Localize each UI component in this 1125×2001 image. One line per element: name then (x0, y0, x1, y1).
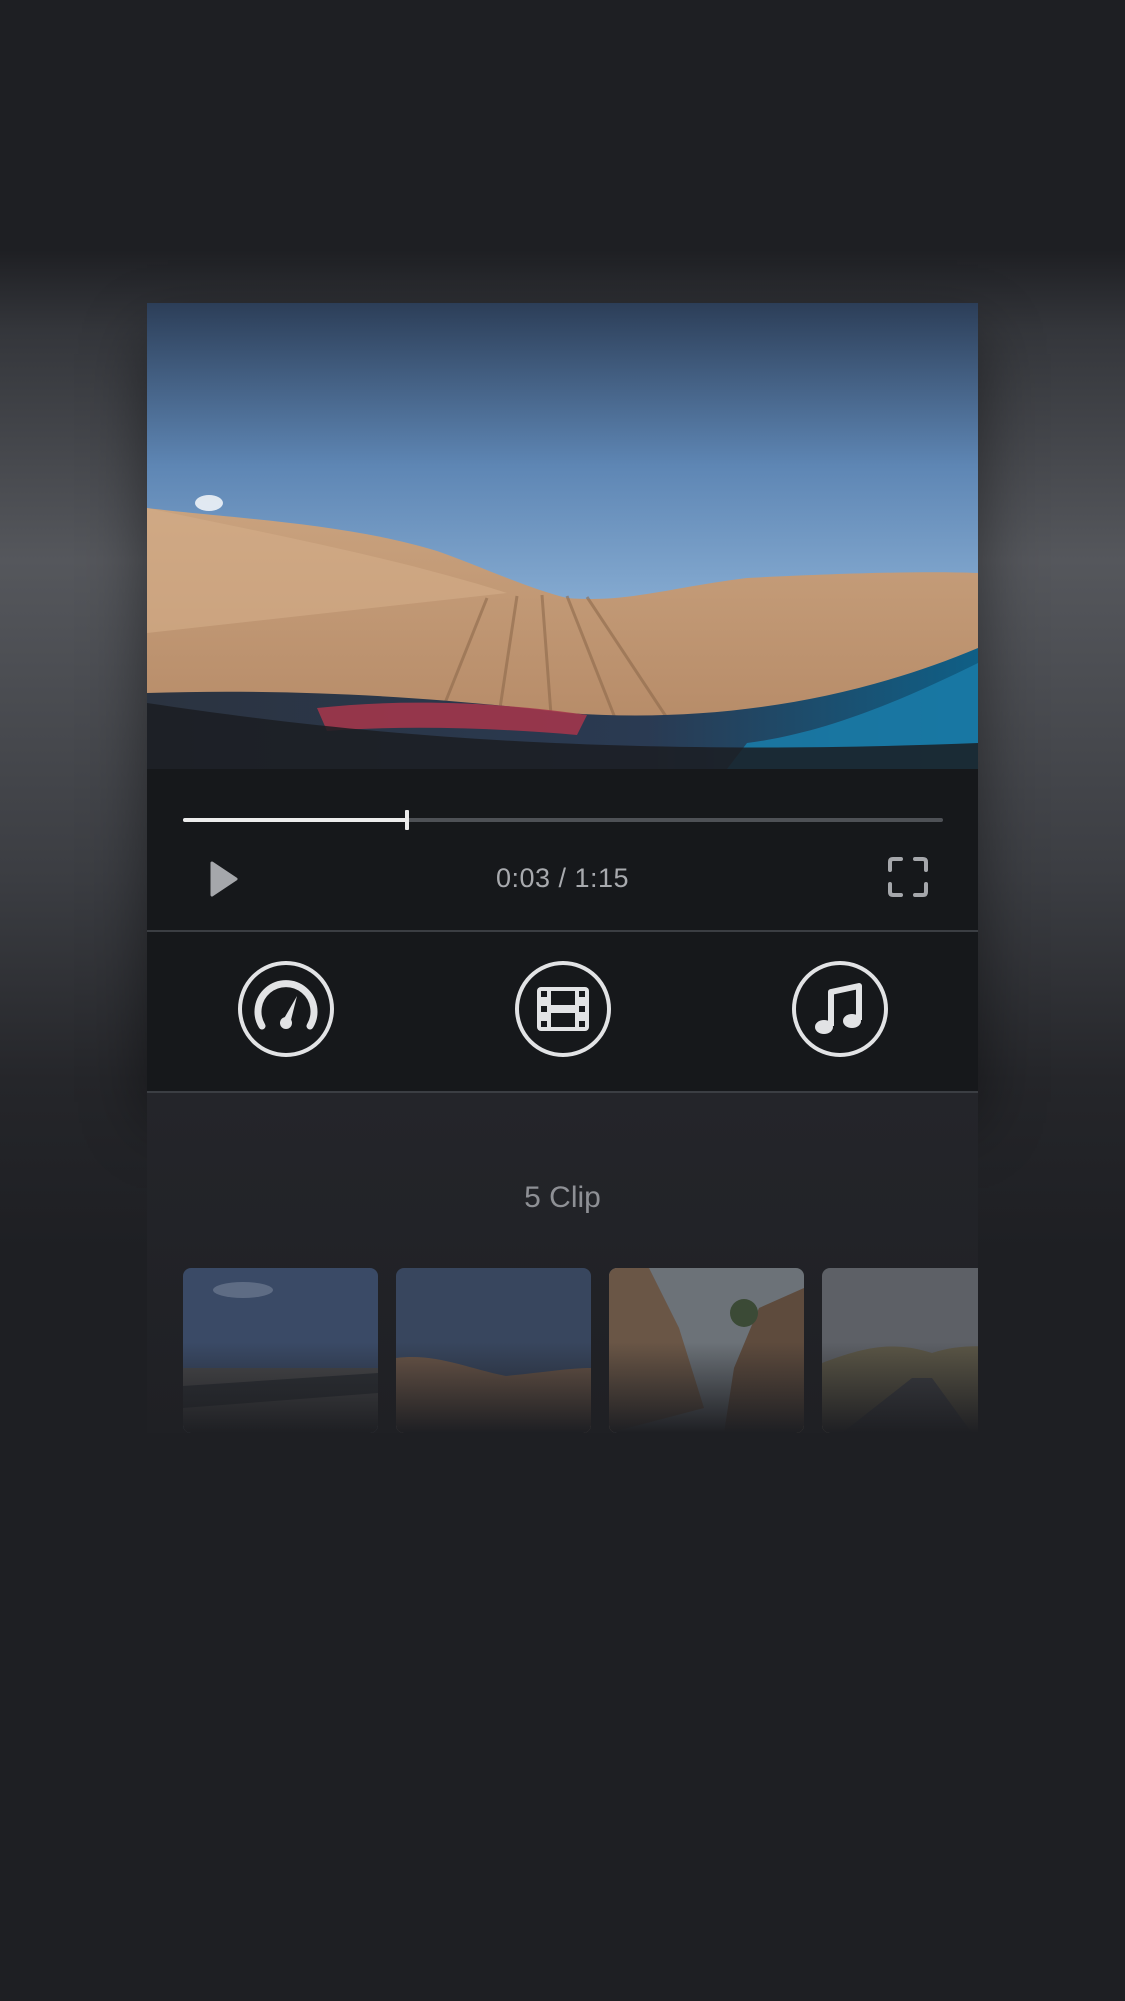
progress-thumb[interactable] (405, 810, 410, 830)
clips-button[interactable] (514, 960, 612, 1058)
music-note-icon (792, 961, 888, 1057)
speedometer-icon (238, 961, 334, 1057)
progress-scrubber[interactable] (183, 810, 943, 830)
clip-thumbnail[interactable] (822, 1268, 978, 1433)
clips-section: 5 Clip (147, 1093, 978, 1433)
music-button[interactable] (791, 960, 889, 1058)
playback-time: 0:03 / 1:15 (495, 863, 630, 893)
clip-thumbnail[interactable] (396, 1268, 591, 1433)
video-preview[interactable] (147, 303, 978, 769)
film-icon (515, 961, 611, 1057)
clip-thumbnail[interactable] (609, 1268, 804, 1433)
editor-card: 0:03 / 1:15 (147, 303, 978, 1093)
controls-divider (147, 930, 978, 932)
fullscreen-button[interactable] (887, 856, 929, 898)
video-frame-desert-dunes (147, 303, 978, 769)
speed-button[interactable] (237, 960, 335, 1058)
progress-fill (183, 818, 408, 822)
video-editor-screen: 0:03 / 1:15 5 Clip (0, 0, 1125, 2001)
fullscreen-icon (888, 857, 928, 897)
clip-thumbnail[interactable] (183, 1268, 378, 1433)
clips-count-title: 5 Clip (524, 1181, 601, 1214)
clip-strip[interactable] (183, 1268, 978, 1433)
